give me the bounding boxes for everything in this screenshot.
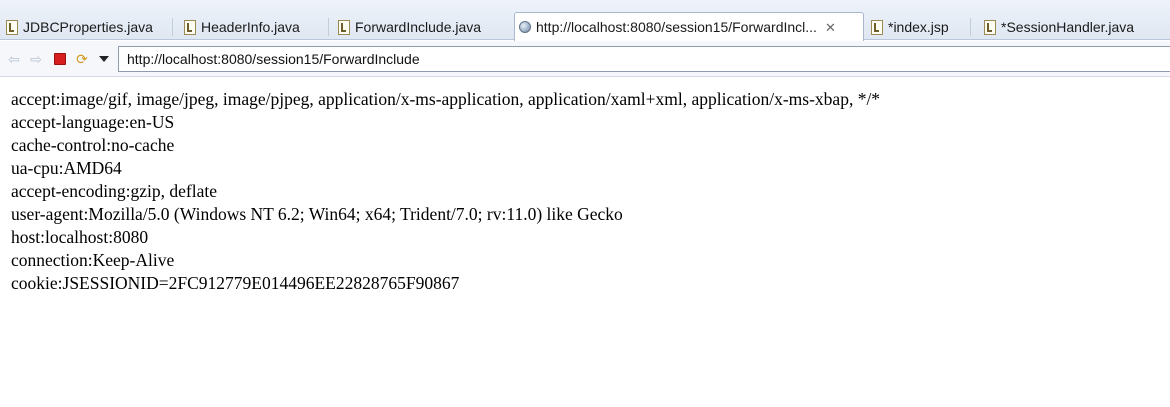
- globe-icon: [519, 21, 531, 33]
- tab-label: ForwardInclude.java: [355, 19, 482, 35]
- stop-button[interactable]: [52, 51, 68, 67]
- header-ua-cpu: ua-cpu:AMD64: [11, 158, 122, 178]
- refresh-icon[interactable]: ⟳: [74, 51, 90, 67]
- tab-label: JDBCProperties.java: [23, 19, 153, 35]
- tab-label: HeaderInfo.java: [201, 19, 300, 35]
- header-user-agent: user-agent:Mozilla/5.0 (Windows NT 6.2; …: [11, 204, 623, 224]
- tab-browser-forward-include[interactable]: http://localhost:8080/session15/ForwardI…: [514, 12, 864, 41]
- tab-label: http://localhost:8080/session15/ForwardI…: [536, 19, 817, 35]
- header-cache-control: cache-control:no-cache: [11, 135, 175, 155]
- stop-icon: [54, 53, 66, 65]
- java-file-icon: [984, 19, 996, 35]
- browser-toolbar: ⇦ ⇨ ⟳: [0, 41, 1170, 77]
- java-file-icon: [184, 19, 196, 35]
- tab-label: *SessionHandler.java: [1001, 19, 1135, 35]
- header-host: host:localhost:8080: [11, 227, 149, 247]
- tab-jdbc-properties[interactable]: JDBCProperties.java: [2, 14, 153, 40]
- history-dropdown[interactable]: [96, 51, 112, 67]
- jsp-file-icon: [871, 19, 883, 35]
- dropdown-icon: [99, 56, 109, 62]
- tab-session-handler[interactable]: *SessionHandler.java: [980, 14, 1134, 40]
- back-icon[interactable]: ⇦: [6, 51, 22, 67]
- header-accept: accept:image/gif, image/jpeg, image/pjpe…: [11, 89, 881, 109]
- url-input[interactable]: [118, 46, 1170, 72]
- java-file-icon: [6, 19, 18, 35]
- tab-separator: [970, 18, 971, 36]
- forward-icon[interactable]: ⇨: [28, 51, 44, 67]
- tab-header-info[interactable]: HeaderInfo.java: [180, 14, 300, 40]
- tab-forward-include[interactable]: ForwardInclude.java: [334, 14, 481, 40]
- request-headers-output: accept:image/gif, image/jpeg, image/pjpe…: [11, 88, 1161, 295]
- close-icon[interactable]: ✕: [825, 21, 836, 34]
- header-cookie: cookie:JSESSIONID=2FC912779E014496EE2282…: [11, 273, 460, 293]
- editor-tab-bar: JDBCProperties.java HeaderInfo.java Forw…: [0, 0, 1170, 41]
- tab-label: *index.jsp: [888, 19, 949, 35]
- header-accept-encoding: accept-encoding:gzip, deflate: [11, 181, 218, 201]
- header-accept-language: accept-language:en-US: [11, 112, 175, 132]
- header-connection: connection:Keep-Alive: [11, 250, 175, 270]
- java-file-icon: [338, 19, 350, 35]
- tab-index-jsp[interactable]: *index.jsp: [867, 14, 949, 40]
- tab-separator: [328, 18, 329, 36]
- tab-separator: [172, 18, 173, 36]
